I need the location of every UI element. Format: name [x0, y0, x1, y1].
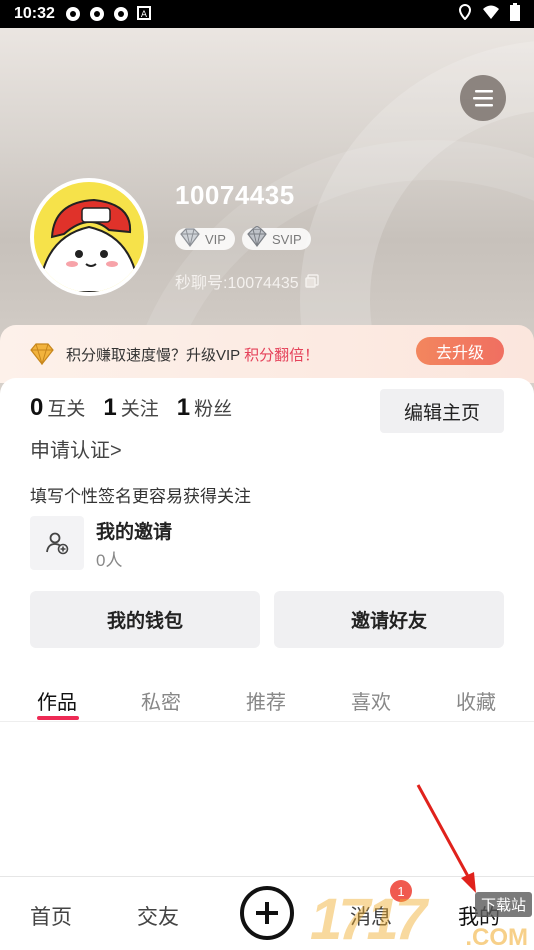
my-invites-title[interactable]: 我的邀请: [96, 517, 172, 544]
status-bar: 10:32 A: [0, 0, 534, 28]
keyboard-notification-icon: A: [136, 6, 153, 22]
tab-works[interactable]: 作品: [37, 686, 77, 715]
content-tabs: 作品 私密 推荐 喜欢 收藏: [0, 680, 534, 722]
stat-number: 1: [103, 394, 117, 421]
svip-badge-label: SVIP: [272, 231, 302, 247]
menu-button[interactable]: [460, 75, 506, 121]
copy-icon[interactable]: [304, 274, 319, 288]
stat-label: 粉丝: [194, 399, 233, 420]
svg-text:A: A: [141, 10, 148, 20]
my-invites-count: 0人: [96, 551, 123, 570]
stat-mutual[interactable]: 0 互关: [30, 394, 85, 422]
create-post-button[interactable]: [240, 886, 294, 940]
user-id: 10074435: [175, 180, 295, 210]
tab-private[interactable]: 私密: [141, 686, 181, 715]
plus-icon: [256, 902, 278, 924]
location-icon: [458, 3, 472, 25]
nav-home[interactable]: 首页: [30, 901, 72, 931]
banner-text-main: 积分赚取速度慢？升级VIP: [66, 346, 240, 364]
messages-badge: 1: [390, 880, 412, 902]
svip-diamond-icon: [247, 226, 267, 247]
vip-badge-label: VIP: [205, 231, 226, 247]
stat-label: 关注: [120, 399, 159, 420]
diamond-icon: [180, 228, 200, 247]
invite-friends-button[interactable]: 邀请好友: [274, 591, 504, 648]
tab-favorites[interactable]: 收藏: [456, 686, 496, 715]
stat-followers[interactable]: 1 粉丝: [177, 394, 232, 422]
wifi-icon: [482, 4, 500, 25]
nav-friends[interactable]: 交友: [137, 901, 179, 931]
edit-profile-button[interactable]: 编辑主页: [380, 389, 504, 433]
chat-id-text: 秒聊号:10074435: [175, 275, 299, 292]
avatar[interactable]: [30, 178, 148, 296]
battery-icon: [510, 2, 520, 26]
stat-label: 互关: [47, 399, 86, 420]
app-notification-icon: [89, 6, 105, 22]
upgrade-button[interactable]: 去升级: [416, 337, 504, 365]
add-user-icon: [46, 532, 69, 555]
banner-text-highlight: 积分翻倍！: [244, 346, 320, 364]
vip-upgrade-banner[interactable]: 积分赚取速度慢？升级VIP 积分翻倍！ 去升级: [0, 325, 534, 383]
svip-badge[interactable]: SVIP: [242, 226, 311, 250]
invite-icon-box[interactable]: [30, 516, 84, 570]
stat-following[interactable]: 1 关注: [103, 394, 158, 422]
tab-liked[interactable]: 喜欢: [351, 686, 391, 715]
menu-icon: [473, 90, 493, 107]
app-notification-icon: [65, 6, 81, 22]
stat-number: 0: [30, 394, 44, 421]
active-tab-indicator: [37, 716, 79, 720]
vip-badge[interactable]: VIP: [175, 228, 235, 250]
apply-verification-link[interactable]: 申请认证>: [30, 434, 122, 463]
stats-row: 0 互关 1 关注 1 粉丝: [30, 394, 232, 422]
avatar-image: [34, 182, 144, 292]
signature-hint[interactable]: 填写个性签名更容易获得关注: [30, 482, 251, 507]
status-time: 10:32: [14, 5, 55, 22]
app-notification-icon: [113, 6, 129, 22]
gold-diamond-icon: [30, 343, 54, 365]
stat-number: 1: [176, 394, 191, 421]
my-wallet-button[interactable]: 我的钱包: [30, 591, 260, 648]
tab-recommended[interactable]: 推荐: [246, 686, 286, 715]
nav-messages[interactable]: 消息: [350, 901, 392, 931]
chat-id[interactable]: 秒聊号:10074435: [175, 269, 319, 293]
nav-mine[interactable]: 我的: [458, 901, 500, 931]
banner-text: 积分赚取速度慢？升级VIP 积分翻倍！: [66, 344, 319, 365]
